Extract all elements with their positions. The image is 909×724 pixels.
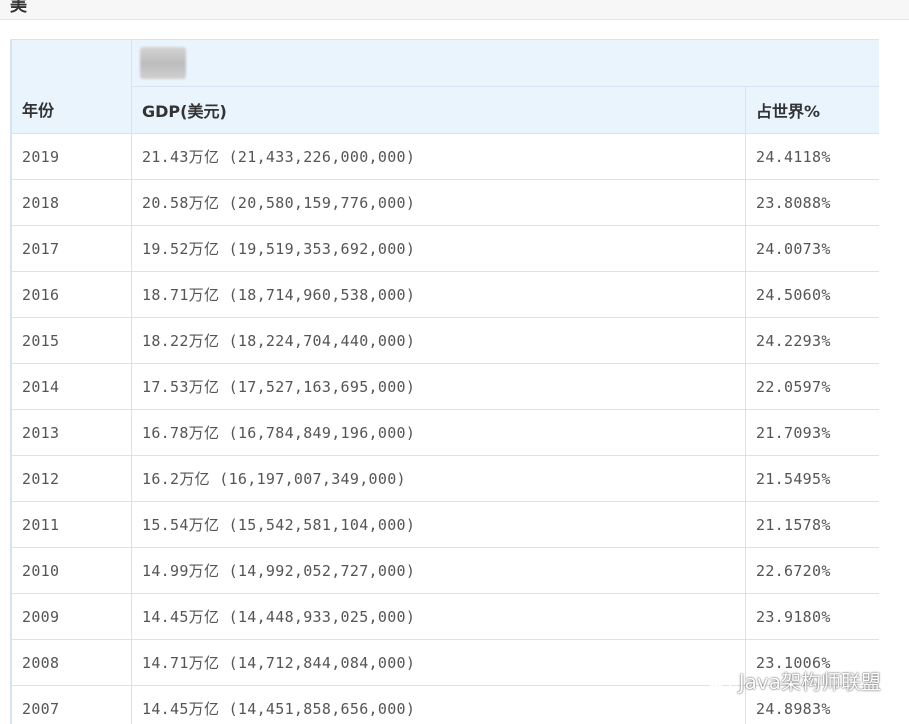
cell-year: 2013 [11,409,132,456]
table-header: 年份 GDP(美元) 占世界% [11,39,879,134]
cell-share: 24.0073% [745,225,879,272]
cell-year: 2010 [11,547,132,594]
table-row: 2015 18.22万亿 (18,224,704,440,000) 24.2293% [11,317,879,364]
cell-gdp: 15.54万亿 (15,542,581,104,000) [131,501,746,548]
header-year: 年份 [11,39,132,134]
cell-gdp: 14.45万亿 (14,451,858,656,000) [131,685,746,724]
table-row: 2018 20.58万亿 (20,580,159,776,000) 23.8088% [11,179,879,226]
cell-year: 2009 [11,593,132,640]
cell-year: 2012 [11,455,132,502]
cell-share: 24.5060% [745,271,879,318]
table-row: 2008 14.71万亿 (14,712,844,084,000) 23.1006% [11,639,879,686]
cell-share: 23.9180% [745,593,879,640]
cell-gdp: 21.43万亿 (21,433,226,000,000) [131,133,746,180]
cell-gdp: 18.22万亿 (18,224,704,440,000) [131,317,746,364]
cell-gdp: 14.99万亿 (14,992,052,727,000) [131,547,746,594]
cell-share: 22.6720% [745,547,879,594]
cell-year: 2018 [11,179,132,226]
table-row: 2007 14.45万亿 (14,451,858,656,000) 24.8983% [11,685,879,724]
breadcrumb: 美 [10,0,27,16]
table-row: 2017 19.52万亿 (19,519,353,692,000) 24.0073% [11,225,879,272]
blurred-title [140,47,186,79]
gdp-table: 年份 GDP(美元) 占世界% 2019 21.43万亿 (21,433,226,… [11,39,879,724]
cell-share: 24.2293% [745,317,879,364]
cell-gdp: 17.53万亿 (17,527,163,695,000) [131,363,746,410]
header-blurred-title [131,39,879,87]
table-row: 2014 17.53万亿 (17,527,163,695,000) 22.0597% [11,363,879,410]
table-row: 2019 21.43万亿 (21,433,226,000,000) 24.4118% [11,133,879,180]
table-row: 2010 14.99万亿 (14,992,052,727,000) 22.6720% [11,547,879,594]
cell-year: 2016 [11,271,132,318]
cell-year: 2014 [11,363,132,410]
cell-gdp: 14.45万亿 (14,448,933,025,000) [131,593,746,640]
cell-share: 21.5495% [745,455,879,502]
table-row: 2013 16.78万亿 (16,784,849,196,000) 21.7093% [11,409,879,456]
top-strip: 美 [0,0,909,20]
cell-year: 2007 [11,685,132,724]
header-row-main: GDP(美元) 占世界% [12,86,879,134]
cell-year: 2017 [11,225,132,272]
header-gdp: GDP(美元) [131,86,746,134]
table-row: 2016 18.71万亿 (18,714,960,538,000) 24.5060% [11,271,879,318]
table-row: 2009 14.45万亿 (14,448,933,025,000) 23.9180% [11,593,879,640]
cell-gdp: 16.2万亿 (16,197,007,349,000) [131,455,746,502]
cell-year: 2019 [11,133,132,180]
cell-gdp: 14.71万亿 (14,712,844,084,000) [131,639,746,686]
cell-year: 2011 [11,501,132,548]
table-row: 2011 15.54万亿 (15,542,581,104,000) 21.1578% [11,501,879,548]
cell-share: 23.8088% [745,179,879,226]
cell-share: 24.8983% [745,685,879,724]
cell-share: 22.0597% [745,363,879,410]
cell-year: 2015 [11,317,132,364]
header-share: 占世界% [745,86,879,134]
cell-share: 24.4118% [745,133,879,180]
cell-gdp: 16.78万亿 (16,784,849,196,000) [131,409,746,456]
cell-gdp: 18.71万亿 (18,714,960,538,000) [131,271,746,318]
cell-year: 2008 [11,639,132,686]
header-row-top: 年份 [11,39,879,134]
cell-share: 23.1006% [745,639,879,686]
cell-gdp: 20.58万亿 (20,580,159,776,000) [131,179,746,226]
cell-share: 21.7093% [745,409,879,456]
cell-gdp: 19.52万亿 (19,519,353,692,000) [131,225,746,272]
page: 美 年份 GDP(美元) 占世界% 2019 21.43万亿 (21,433,2… [0,0,909,724]
table-body: 2019 21.43万亿 (21,433,226,000,000) 24.4118%… [11,133,879,724]
gdp-table-container[interactable]: 年份 GDP(美元) 占世界% 2019 21.43万亿 (21,433,226,… [10,39,879,724]
cell-share: 21.1578% [745,501,879,548]
table-row: 2012 16.2万亿 (16,197,007,349,000) 21.5495% [11,455,879,502]
